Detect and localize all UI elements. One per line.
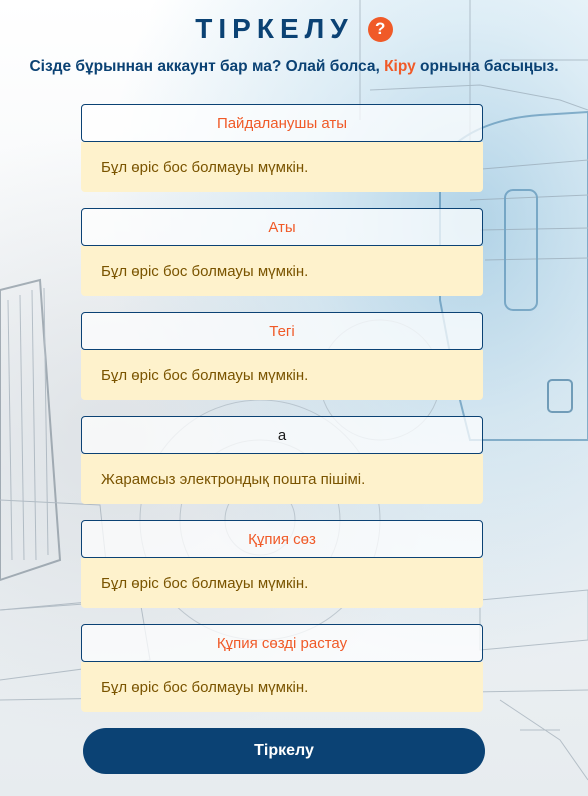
username-error: Бұл өріс бос болмауы мүмкін. (81, 142, 483, 192)
confirm-password-field[interactable] (81, 624, 483, 662)
login-prompt: Сізде бұрыннан аккаунт бар ма? Олай болс… (0, 58, 588, 76)
header: ТІРКЕЛУ ? (0, 12, 588, 46)
help-question-icon[interactable]: ? (367, 16, 393, 42)
login-prompt-text: Сізде бұрыннан аккаунт бар ма? Олай болс… (29, 58, 385, 75)
password-group: Бұл өріс бос болмауы мүмкін. (81, 520, 483, 608)
login-link[interactable]: Кіру (384, 58, 416, 75)
first-name-group: Бұл өріс бос болмауы мүмкін. (81, 208, 483, 296)
first-name-error: Бұл өріс бос болмауы мүмкін. (81, 246, 483, 296)
password-error: Бұл өріс бос болмауы мүмкін. (81, 558, 483, 608)
confirm-password-group: Бұл өріс бос болмауы мүмкін. (81, 624, 483, 712)
register-button[interactable]: Тіркелу (83, 728, 485, 774)
username-field[interactable] (81, 104, 483, 142)
confirm-password-error: Бұл өріс бос болмауы мүмкін. (81, 662, 483, 712)
page-title: ТІРКЕЛУ (195, 13, 354, 44)
email-group: Жарамсыз электрондық пошта пішімі. (81, 416, 483, 504)
login-prompt-suffix: орнына басыңыз. (415, 58, 559, 75)
username-group: Бұл өріс бос болмауы мүмкін. (81, 104, 483, 192)
last-name-field[interactable] (81, 312, 483, 350)
email-error: Жарамсыз электрондық пошта пішімі. (81, 454, 483, 504)
first-name-field[interactable] (81, 208, 483, 246)
password-field[interactable] (81, 520, 483, 558)
email-field[interactable] (81, 416, 483, 454)
last-name-group: Бұл өріс бос болмауы мүмкін. (81, 312, 483, 400)
last-name-error: Бұл өріс бос болмауы мүмкін. (81, 350, 483, 400)
